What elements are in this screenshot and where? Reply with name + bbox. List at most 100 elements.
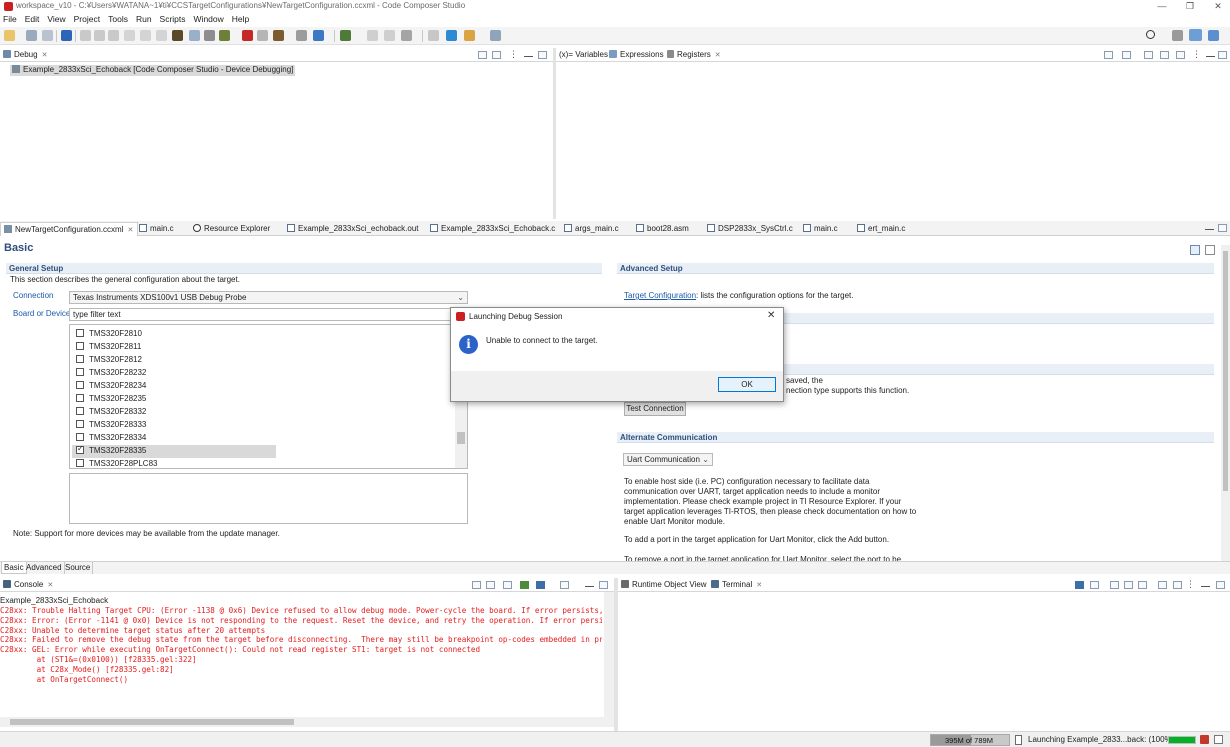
editor-tab-resource-explorer[interactable]: Resource Explorer: [193, 224, 270, 233]
terminal-settings-icon[interactable]: [1090, 581, 1099, 589]
maximize-button[interactable]: ❐: [1180, 0, 1200, 13]
maximize-view-icon[interactable]: [1216, 581, 1225, 589]
device-checkbox[interactable]: [76, 368, 84, 376]
suspend-icon[interactable]: [94, 30, 105, 41]
layout-toggle-icon[interactable]: [1190, 245, 1200, 255]
editor-tab-sysctrl[interactable]: DSP2833x_SysCtrl.c: [707, 224, 793, 233]
list-item[interactable]: TMS320F28234: [72, 380, 276, 393]
save-icon[interactable]: [26, 30, 37, 41]
memory-icon[interactable]: [172, 30, 183, 41]
progress-view-icon[interactable]: [1214, 735, 1223, 744]
step-return-icon[interactable]: [156, 30, 167, 41]
tab-registers[interactable]: Registers ✕: [667, 50, 721, 59]
maximize-view-icon[interactable]: [538, 51, 547, 59]
help-icon[interactable]: [1205, 245, 1215, 255]
close-icon[interactable]: ✕: [715, 52, 721, 59]
menu-edit[interactable]: Edit: [22, 13, 45, 27]
clear-terminal-icon[interactable]: [1158, 581, 1167, 589]
maximize-editor-icon[interactable]: [1218, 224, 1227, 232]
editor-tab-target-config[interactable]: NewTargetConfiguration.ccxml ✕: [0, 222, 139, 236]
terminal-icon[interactable]: [428, 30, 439, 41]
remove-launch-icon[interactable]: [492, 51, 501, 59]
clear-console-icon[interactable]: [472, 581, 481, 589]
ok-button[interactable]: OK: [718, 377, 776, 392]
collapse-all-icon[interactable]: [1104, 51, 1113, 59]
back-icon[interactable]: [367, 30, 378, 41]
open-console-icon[interactable]: [560, 581, 569, 589]
device-checkbox[interactable]: [76, 329, 84, 337]
tab-terminal[interactable]: Terminal ✕: [711, 580, 762, 589]
editor-tab-main-c-2[interactable]: main.c: [803, 224, 838, 233]
menu-project[interactable]: Project: [71, 13, 105, 27]
device-checkbox[interactable]: [76, 459, 84, 467]
terminate-icon[interactable]: [108, 30, 119, 41]
device-checkbox[interactable]: [76, 433, 84, 441]
tools-icon[interactable]: [401, 30, 412, 41]
word-wrap-icon[interactable]: [503, 581, 512, 589]
debug-view-icon[interactable]: [61, 30, 72, 41]
list-item[interactable]: TMS320F28334: [72, 432, 276, 445]
open-perspective-icon[interactable]: [490, 30, 501, 41]
editor-tab-boot28[interactable]: boot28.asm: [636, 224, 689, 233]
list-item[interactable]: TMS320F28333: [72, 419, 276, 432]
editor-tab-main-c[interactable]: main.c: [139, 224, 174, 233]
editor-tab-echoback-c[interactable]: Example_2833xSci_Echoback.c: [430, 224, 555, 233]
minimize-view-icon[interactable]: [585, 581, 594, 587]
tab-advanced[interactable]: Advanced: [24, 562, 65, 574]
refresh-view-icon[interactable]: [1160, 51, 1169, 59]
debug-perspective-icon[interactable]: [1189, 29, 1202, 41]
connection-select[interactable]: Texas Instruments XDS100v1 USB Debug Pro…: [69, 291, 468, 304]
new-icon[interactable]: [4, 30, 15, 41]
tab-console[interactable]: Console ✕: [3, 580, 53, 589]
console-hscrollbar[interactable]: [0, 717, 614, 727]
device-checkbox[interactable]: [76, 394, 84, 402]
debug-launch-icon[interactable]: [313, 30, 324, 41]
step-over-icon[interactable]: [140, 30, 151, 41]
editor-tab-args-main[interactable]: args_main.c: [564, 224, 619, 233]
console-vscrollbar[interactable]: [604, 592, 614, 717]
device-checkbox[interactable]: [76, 420, 84, 428]
search-tool-icon[interactable]: [446, 30, 457, 41]
maximize-view-icon[interactable]: [599, 581, 608, 589]
tab-variables[interactable]: (x)= Variables: [559, 50, 608, 59]
editor-scrollbar[interactable]: [1221, 245, 1230, 561]
device-filter-input[interactable]: type filter text: [69, 308, 468, 321]
minimize-view-icon[interactable]: [524, 51, 533, 57]
device-checkbox[interactable]: [76, 381, 84, 389]
list-item[interactable]: TMS320F2810: [72, 328, 276, 341]
list-item[interactable]: TMS320F28235: [72, 393, 276, 406]
menu-window[interactable]: Window: [191, 13, 229, 27]
connect-terminal-icon[interactable]: [1110, 581, 1119, 589]
device-checkbox[interactable]: [76, 407, 84, 415]
uart-communication-select[interactable]: Uart Communication ⌄: [623, 453, 713, 466]
perspective-icon[interactable]: [1172, 30, 1183, 41]
menu-scripts[interactable]: Scripts: [157, 13, 191, 27]
minimize-view-icon[interactable]: [1201, 581, 1210, 587]
refresh-icon[interactable]: [296, 30, 307, 41]
copy-icon[interactable]: [1173, 581, 1182, 589]
device-checkbox[interactable]: [76, 355, 84, 363]
close-icon[interactable]: ✕: [47, 582, 53, 589]
dialog-close-button[interactable]: ✕: [767, 310, 775, 321]
menu-file[interactable]: File: [0, 13, 22, 27]
editor-tab-out-file[interactable]: Example_2833xSci_echoback.out: [287, 224, 419, 233]
list-item[interactable]: TMS320F2812: [72, 354, 276, 367]
menu-tools[interactable]: Tools: [105, 13, 133, 27]
device-checkbox-checked[interactable]: [76, 444, 84, 454]
pin-icon[interactable]: [464, 30, 475, 41]
resume-icon[interactable]: [80, 30, 91, 41]
heap-status[interactable]: 395M of 789M: [930, 734, 1010, 746]
add-expression-icon[interactable]: [1122, 51, 1131, 59]
build-icon[interactable]: [273, 30, 284, 41]
target-configuration-link[interactable]: Target Configuration: [624, 291, 696, 300]
scrollbar-thumb[interactable]: [1223, 251, 1228, 491]
list-item[interactable]: TMS320F28PLC83: [72, 458, 276, 471]
list-item[interactable]: TMS320F28232: [72, 367, 276, 380]
step-into-icon[interactable]: [124, 30, 135, 41]
scroll-lock-icon[interactable]: [486, 581, 495, 589]
list-item-selected[interactable]: TMS320F28335: [72, 444, 276, 458]
close-icon[interactable]: ✕: [42, 52, 48, 59]
list-item[interactable]: TMS320F2811: [72, 341, 276, 354]
close-icon[interactable]: ✕: [128, 227, 134, 234]
disconnect-terminal-icon[interactable]: [1124, 581, 1133, 589]
